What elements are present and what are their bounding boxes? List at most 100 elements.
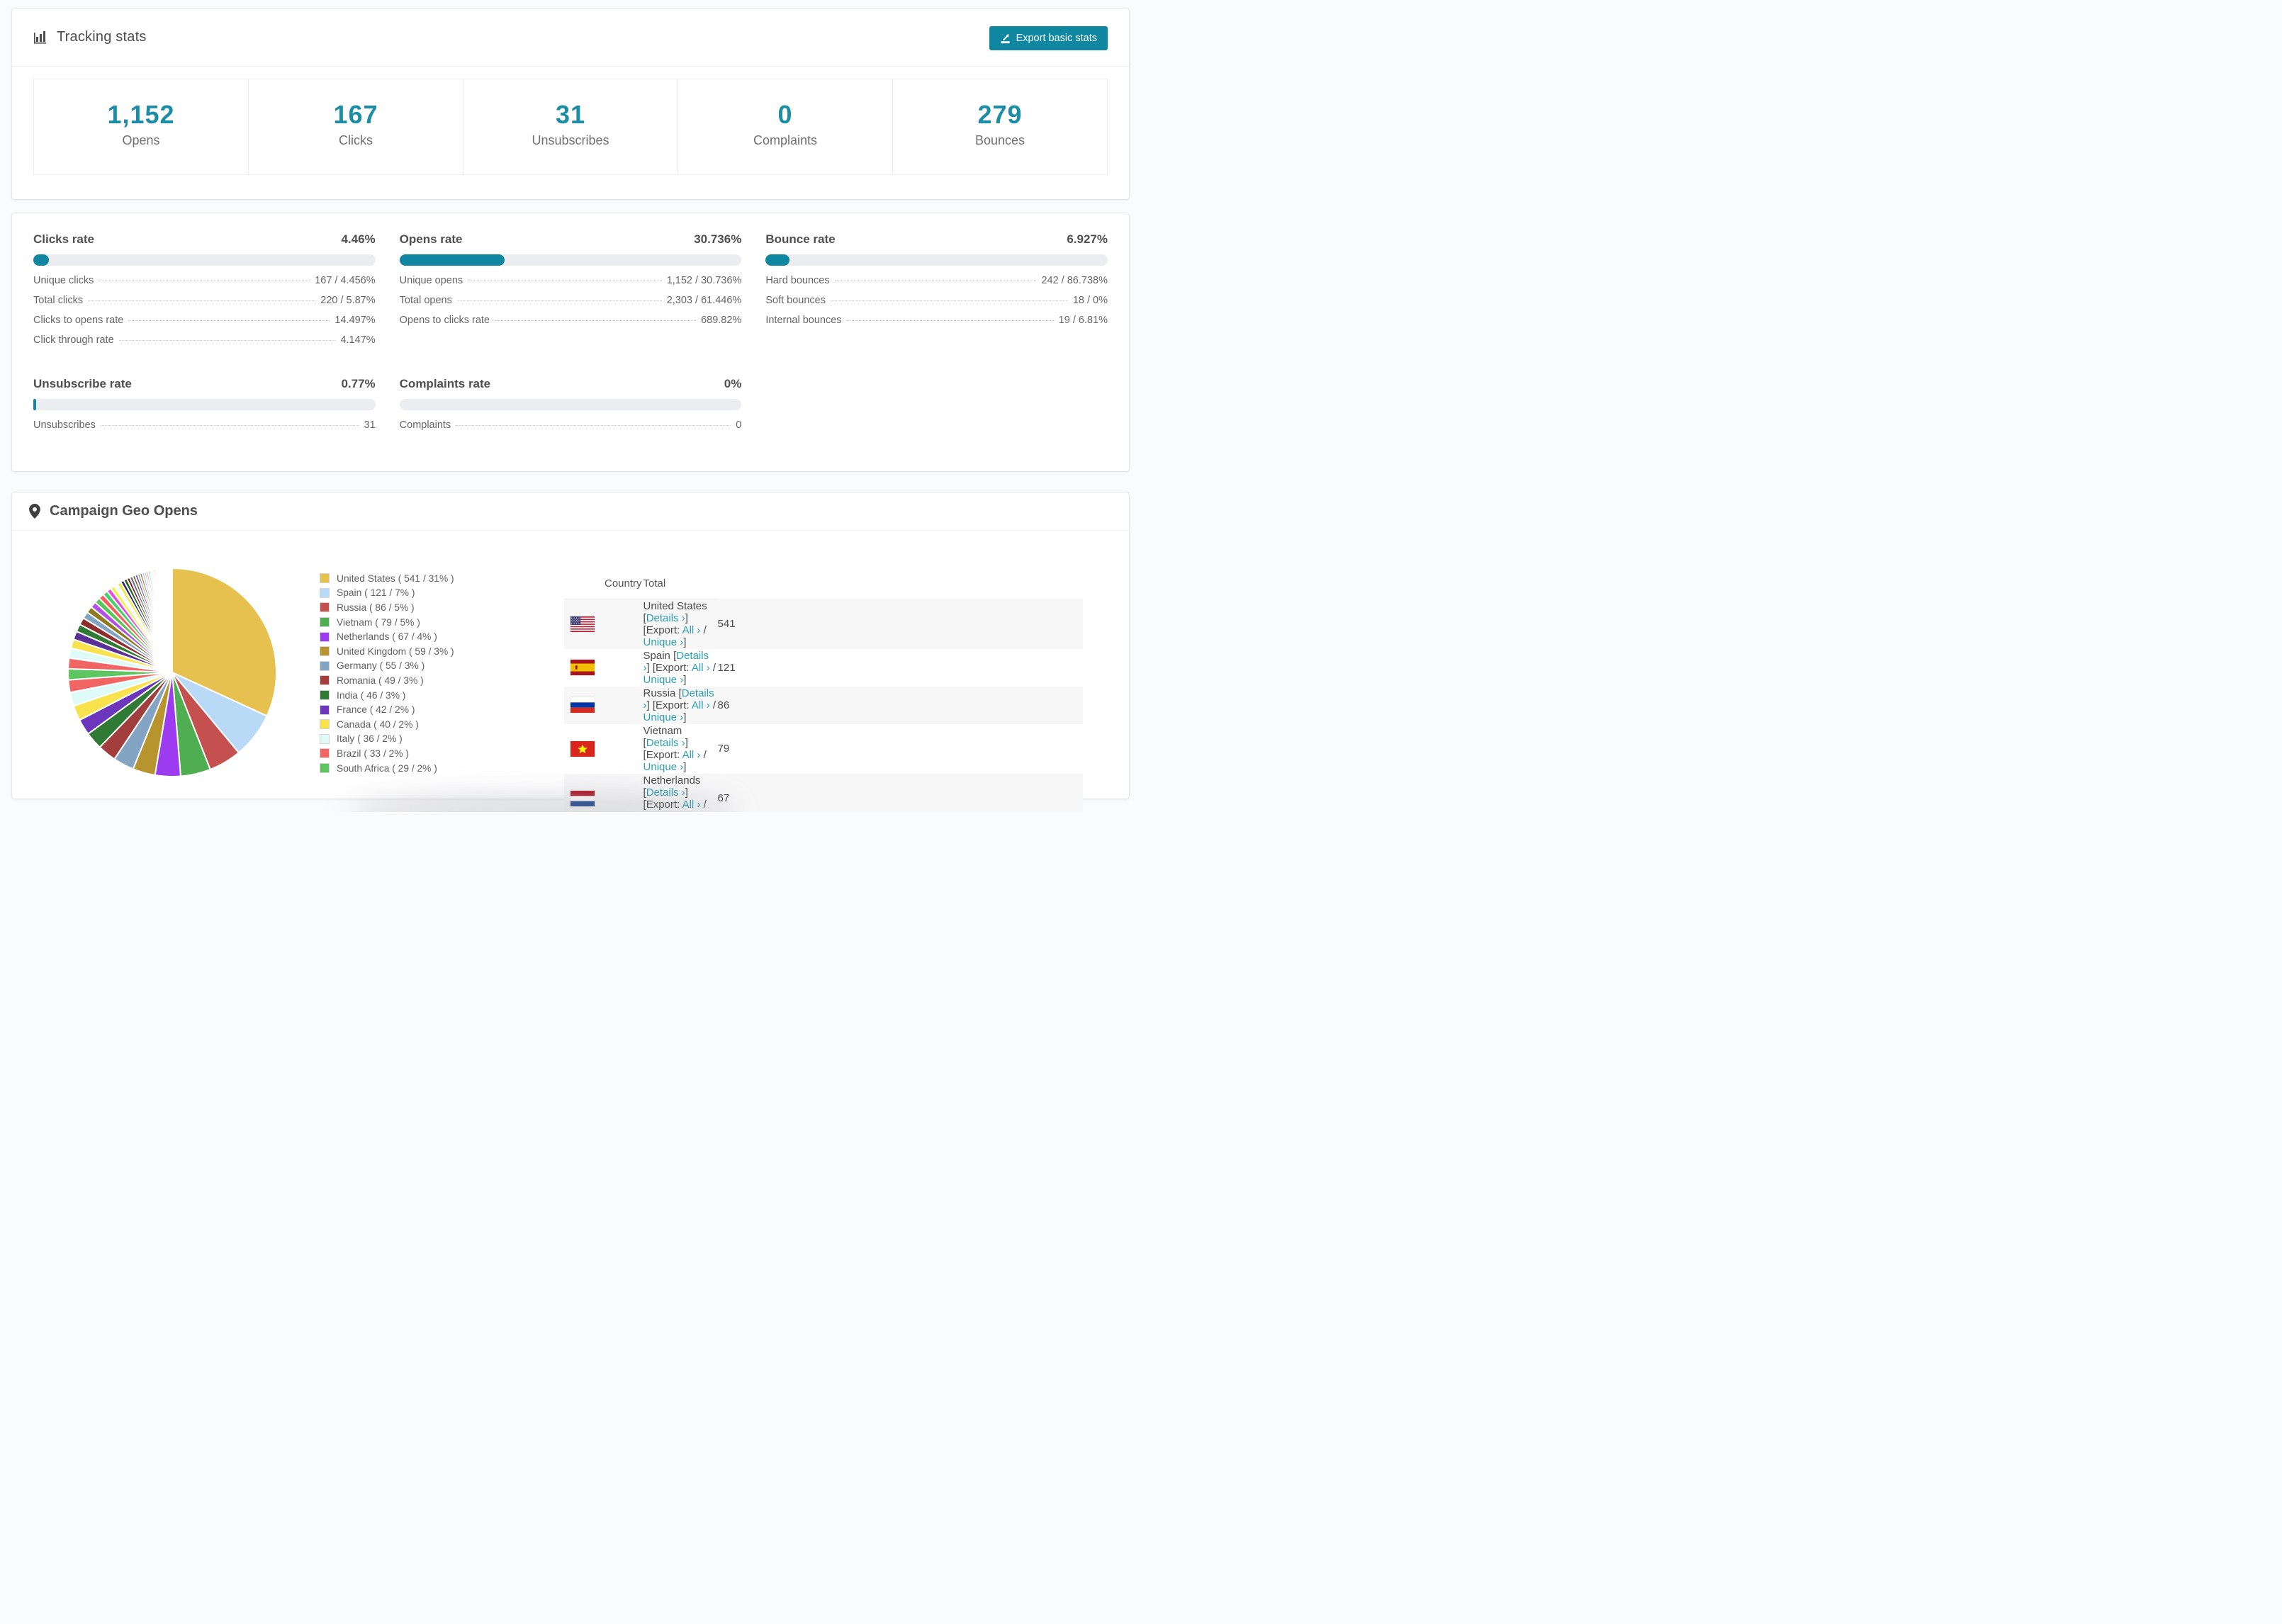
flag-icon-ru	[570, 697, 595, 713]
total-cell: 541	[717, 617, 736, 630]
export-button-label: Export basic stats	[1016, 33, 1097, 44]
details-link[interactable]: Details ›	[646, 737, 685, 749]
legend-label: France ( 42 / 2% )	[337, 704, 415, 716]
geo-header: Campaign Geo Opens	[12, 492, 1129, 531]
export-unique-link[interactable]: Unique ›	[643, 761, 684, 773]
legend-swatch	[320, 719, 330, 730]
country-cell: United States [Details ›] [Export: All ›…	[643, 599, 707, 648]
dotted-leader	[456, 300, 662, 301]
rate-detail-row: Total opens 2,303 / 61.446%	[400, 295, 742, 315]
detail-label: Soft bounces	[765, 295, 826, 306]
legend-item: Vietnam ( 79 / 5% )	[320, 615, 454, 630]
country-name: United States	[643, 599, 707, 612]
export-basic-stats-button[interactable]: Export basic stats	[989, 26, 1108, 50]
stat-value: 1,152	[107, 100, 175, 129]
detail-value: 18 / 0%	[1072, 295, 1108, 306]
rate-block-bounce-rate: Bounce rate 6.927% Hard bounces 242 / 86…	[765, 232, 1108, 354]
tracking-stats-header: Tracking stats Export basic stats	[12, 9, 1129, 67]
rate-detail-row: Hard bounces 242 / 86.738%	[765, 275, 1108, 295]
legend-swatch	[320, 733, 330, 744]
legend-swatch	[320, 748, 330, 759]
legend-label: Russia ( 86 / 5% )	[337, 602, 415, 613]
rate-detail-row: Internal bounces 19 / 6.81%	[765, 315, 1108, 334]
legend-swatch	[320, 587, 330, 598]
detail-value: 0	[736, 419, 742, 431]
legend-item: Russia ( 86 / 5% )	[320, 600, 454, 615]
legend-item: Netherlands ( 67 / 4% )	[320, 629, 454, 644]
detail-value: 689.82%	[701, 315, 742, 326]
rate-detail-row: Click through rate 4.147%	[33, 334, 376, 354]
export-unique-link[interactable]: Unique ›	[643, 636, 684, 648]
legend-item: Brazil ( 33 / 2% )	[320, 746, 454, 761]
legend-swatch	[320, 690, 330, 701]
rate-detail-row: Soft bounces 18 / 0%	[765, 295, 1108, 315]
rate-value: 6.927%	[1067, 232, 1108, 246]
rate-progress-fill	[765, 254, 789, 266]
dotted-leader	[128, 320, 330, 321]
detail-label: Clicks to opens rate	[33, 315, 124, 326]
tracking-stats-card: Tracking stats Export basic stats 1,152 …	[11, 8, 1130, 200]
export-unique-link[interactable]: Unique ›	[643, 811, 684, 813]
export-all-link[interactable]: All ›	[682, 749, 701, 761]
detail-value: 31	[364, 419, 376, 431]
export-prefix: Export:	[646, 624, 680, 636]
rate-title: Opens rate	[399, 232, 463, 246]
details-link[interactable]: Details ›	[646, 612, 685, 624]
dotted-leader	[830, 300, 1068, 301]
rate-progress-track	[399, 254, 742, 266]
detail-label: Complaints	[399, 419, 451, 431]
detail-label: Internal bounces	[765, 315, 842, 326]
legend-label: Brazil ( 33 / 2% )	[337, 748, 409, 759]
legend-label: Netherlands ( 67 / 4% )	[337, 631, 437, 643]
legend-swatch	[320, 646, 330, 657]
rate-progress-track	[33, 399, 376, 410]
page-title: Tracking stats	[57, 29, 147, 45]
geo-opens-pie-chart	[67, 567, 277, 777]
details-link[interactable]: Details ›	[646, 786, 685, 799]
rates-grid: Clicks rate 4.46% Unique clicks 167 / 4.…	[12, 213, 1129, 458]
flag-cell	[564, 649, 643, 687]
export-prefix: Export:	[656, 699, 690, 711]
legend-label: Germany ( 55 / 3% )	[337, 660, 425, 672]
export-all-link[interactable]: All ›	[682, 624, 701, 636]
detail-value: 242 / 86.738%	[1041, 275, 1108, 286]
export-unique-link[interactable]: Unique ›	[643, 674, 684, 686]
summary-stats-row: 1,152 Opens 167 Clicks 31 Unsubscribes 0 Co…	[33, 79, 1108, 175]
total-cell: 86	[717, 699, 730, 711]
detail-label: Unique opens	[399, 275, 463, 286]
flag-cell	[564, 599, 643, 649]
rate-value: 30.736%	[694, 232, 742, 246]
rate-header: Bounce rate 6.927%	[765, 232, 1108, 247]
legend-label: South Africa ( 29 / 2% )	[337, 762, 437, 774]
detail-value: 14.497%	[335, 315, 376, 326]
rate-progress-track	[33, 254, 376, 266]
stat-label: Opens	[122, 133, 160, 147]
stat-value: 167	[333, 100, 378, 129]
geo-table-row-vn: Vietnam [Details ›] [Export: All › / Uni…	[564, 724, 1083, 774]
country-cell: Spain [Details ›] [Export: All › / Uniqu…	[643, 649, 716, 686]
stat-value: 279	[977, 100, 1023, 129]
legend-label: United States ( 541 / 31% )	[337, 573, 454, 584]
legend-item: Germany ( 55 / 3% )	[320, 659, 454, 674]
rate-block-complaints-rate: Complaints rate 0% Complaints 0	[399, 377, 742, 439]
detail-label: Unique clicks	[33, 275, 94, 286]
dotted-leader	[88, 300, 316, 301]
legend-item: Canada ( 40 / 2% )	[320, 717, 454, 732]
summary-stat-clicks: 167 Clicks	[248, 79, 463, 175]
country-cell: Russia [Details ›] [Export: All › / Uniq…	[643, 687, 716, 723]
detail-label: Click through rate	[33, 334, 114, 346]
export-all-link[interactable]: All ›	[692, 699, 710, 711]
export-all-link[interactable]: All ›	[692, 662, 710, 674]
stat-value: 0	[777, 100, 793, 129]
detail-label: Unsubscribes	[33, 419, 96, 431]
legend-label: Italy ( 36 / 2% )	[337, 733, 403, 745]
rate-title: Clicks rate	[33, 232, 94, 246]
flag-cell	[564, 724, 643, 774]
rate-progress-fill	[399, 254, 505, 266]
detail-label: Hard bounces	[765, 275, 830, 286]
export-all-link[interactable]: All ›	[682, 799, 701, 811]
export-unique-link[interactable]: Unique ›	[643, 711, 684, 723]
map-pin-icon	[29, 504, 40, 519]
export-prefix: Export:	[646, 798, 680, 811]
campaign-geo-opens-card: Campaign Geo Opens United States ( 541 /…	[11, 492, 1130, 812]
